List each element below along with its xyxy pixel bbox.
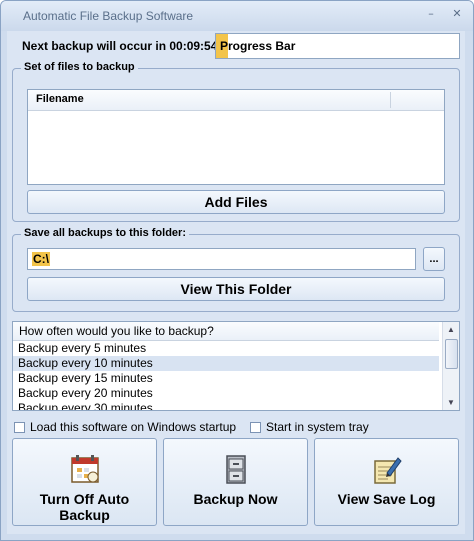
folder-path-value: C:\ xyxy=(32,252,50,266)
file-cabinet-icon xyxy=(226,455,246,484)
minimize-button[interactable]: – xyxy=(421,5,441,23)
window-title: Automatic File Backup Software xyxy=(23,9,194,23)
frequency-options: Backup every 5 minutes Backup every 10 mi… xyxy=(13,341,439,410)
startup-checkbox[interactable] xyxy=(14,421,25,433)
tray-label: Start in system tray xyxy=(266,420,369,434)
next-backup-countdown: Next backup will occur in 00:09:54 xyxy=(22,39,218,53)
filename-column-header[interactable]: Filename xyxy=(36,93,84,105)
frequency-question: How often would you like to backup? xyxy=(19,324,214,338)
close-button[interactable]: ✕ xyxy=(447,5,467,23)
folder-group: Save all backups to this folder: C:\ ...… xyxy=(12,227,460,312)
startup-option[interactable]: Load this software on Windows startup xyxy=(14,420,236,434)
view-save-log-label: View Save Log xyxy=(337,491,436,507)
scroll-thumb[interactable] xyxy=(445,339,458,369)
turn-off-label: Turn Off Auto Backup xyxy=(39,491,130,523)
frequency-option[interactable]: Backup every 15 minutes xyxy=(13,371,439,386)
frequency-scrollbar[interactable]: ▲ ▼ xyxy=(442,322,459,410)
column-separator[interactable] xyxy=(390,92,391,108)
backup-now-button[interactable]: Backup Now xyxy=(163,438,308,526)
add-files-button[interactable]: Add Files xyxy=(27,190,445,214)
notepad-pen-icon xyxy=(374,457,402,484)
frequency-option[interactable]: Backup every 5 minutes xyxy=(13,341,439,356)
progress-label: Progress Bar xyxy=(220,39,296,53)
files-group: Set of files to backup Filename Add File… xyxy=(12,61,460,222)
files-group-legend: Set of files to backup xyxy=(21,61,138,73)
title-bar[interactable]: Automatic File Backup Software – ✕ xyxy=(1,1,473,31)
startup-label: Load this software on Windows startup xyxy=(30,420,237,434)
files-list[interactable]: Filename xyxy=(27,89,445,185)
scroll-up-arrow-icon[interactable]: ▲ xyxy=(443,322,459,337)
frequency-option[interactable]: Backup every 20 minutes xyxy=(13,386,439,401)
schedule-icon xyxy=(71,455,99,483)
turn-off-auto-backup-button[interactable]: Turn Off Auto Backup xyxy=(12,438,157,526)
app-window: Automatic File Backup Software – ✕ Next … xyxy=(0,0,474,541)
backup-progress-bar: Progress Bar xyxy=(215,33,460,59)
scroll-down-arrow-icon[interactable]: ▼ xyxy=(443,395,459,410)
folder-group-legend: Save all backups to this folder: xyxy=(21,227,189,239)
folder-path-input[interactable]: C:\ xyxy=(27,248,416,270)
client-area: Next backup will occur in 00:09:54 Progr… xyxy=(7,31,465,534)
browse-folder-button[interactable]: ... xyxy=(423,247,445,271)
view-folder-button[interactable]: View This Folder xyxy=(27,277,445,301)
frequency-option[interactable]: Backup every 30 minutes xyxy=(13,401,439,410)
window-controls: – ✕ xyxy=(421,5,467,23)
frequency-list-header: How often would you like to backup? xyxy=(13,322,439,341)
backup-frequency-list[interactable]: How often would you like to backup? Back… xyxy=(12,321,460,411)
view-save-log-button[interactable]: View Save Log xyxy=(314,438,459,526)
tray-checkbox[interactable] xyxy=(250,421,261,433)
frequency-option[interactable]: Backup every 10 minutes xyxy=(13,356,439,371)
files-list-header: Filename xyxy=(28,90,444,111)
tray-option[interactable]: Start in system tray xyxy=(250,420,369,434)
backup-now-label: Backup Now xyxy=(193,491,278,507)
